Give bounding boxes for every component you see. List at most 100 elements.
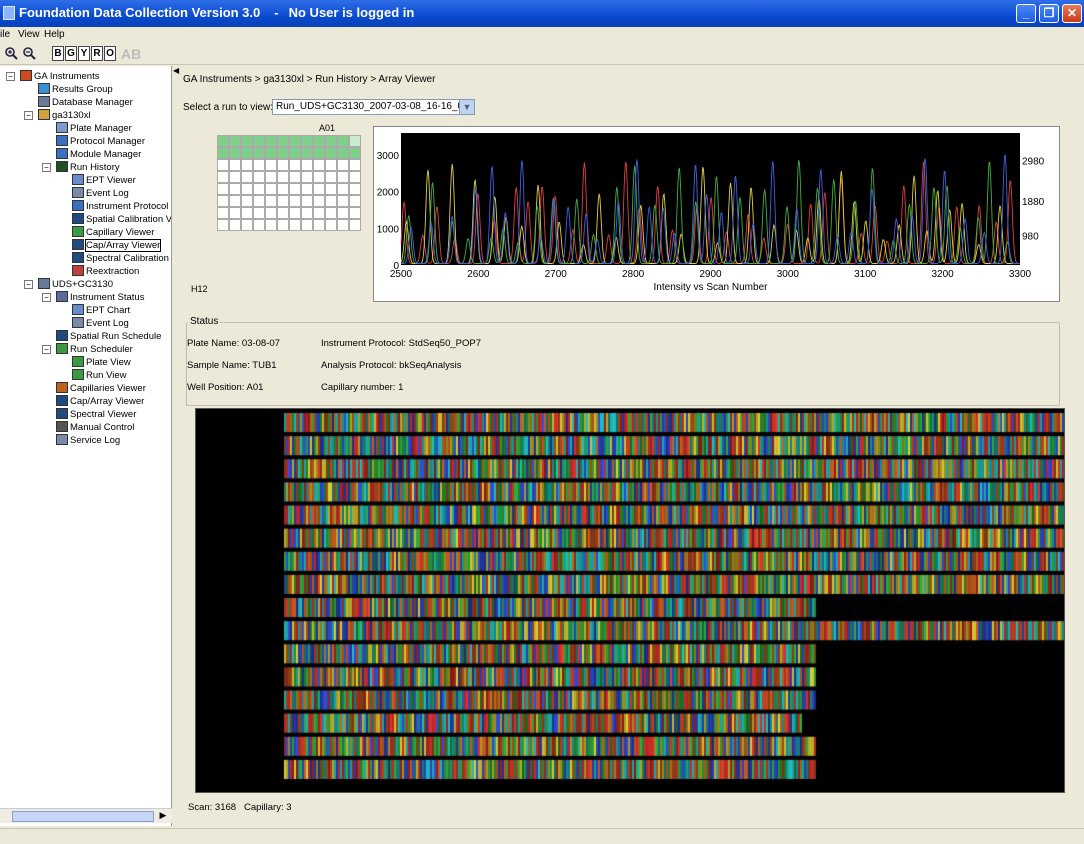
tree-collapse-icon[interactable]: −	[42, 345, 51, 354]
plate-well[interactable]	[349, 207, 361, 219]
plate-well[interactable]	[289, 147, 301, 159]
tree-item[interactable]: Run Scheduler	[56, 343, 133, 356]
plate-well[interactable]	[325, 183, 337, 195]
plate-well[interactable]	[325, 195, 337, 207]
array-view-canvas[interactable]	[196, 409, 1064, 792]
menu-view[interactable]: View	[18, 29, 40, 40]
plate-well[interactable]	[265, 195, 277, 207]
plate-well[interactable]	[289, 207, 301, 219]
dye-b-toggle[interactable]: B	[52, 46, 64, 61]
plate-well[interactable]	[301, 219, 313, 231]
scroll-right-icon[interactable]: ▶	[156, 810, 170, 823]
plate-well[interactable]	[277, 183, 289, 195]
array-view-image[interactable]	[195, 408, 1065, 793]
plate-well[interactable]	[301, 195, 313, 207]
chevron-down-icon[interactable]: ▼	[459, 100, 474, 114]
plate-well[interactable]	[253, 207, 265, 219]
plate-well[interactable]	[337, 171, 349, 183]
plate-well[interactable]	[277, 219, 289, 231]
plate-well[interactable]	[229, 183, 241, 195]
plate-well[interactable]	[313, 147, 325, 159]
plate-well[interactable]	[313, 219, 325, 231]
plate-well[interactable]	[301, 171, 313, 183]
plate-well[interactable]	[217, 159, 229, 171]
plate-well[interactable]	[301, 183, 313, 195]
tree-item[interactable]: Plate Manager	[56, 122, 132, 135]
tree-collapse-icon[interactable]: −	[42, 293, 51, 302]
tree-collapse-icon[interactable]: −	[24, 111, 33, 120]
dye-g-toggle[interactable]: G	[65, 46, 77, 61]
plate-well[interactable]	[241, 135, 253, 147]
tree-item[interactable]: Spatial Calibration Vi	[72, 213, 171, 226]
plate-well[interactable]	[277, 159, 289, 171]
plate-well[interactable]	[349, 147, 361, 159]
plate-well[interactable]	[277, 195, 289, 207]
plate-well[interactable]	[241, 219, 253, 231]
plate-well[interactable]	[289, 159, 301, 171]
plate-well[interactable]	[313, 183, 325, 195]
plate-well[interactable]	[265, 207, 277, 219]
plate-well[interactable]	[241, 207, 253, 219]
plate-well[interactable]	[313, 171, 325, 183]
plate-well[interactable]	[217, 171, 229, 183]
plate-well[interactable]	[253, 135, 265, 147]
tree-item[interactable]: EPT Chart	[72, 304, 130, 317]
plate-well[interactable]	[217, 183, 229, 195]
plate-well[interactable]	[253, 219, 265, 231]
zoom-out-icon[interactable]	[22, 46, 36, 60]
tree-item[interactable]: Module Manager	[56, 148, 141, 161]
plate-well[interactable]	[337, 159, 349, 171]
plate-well[interactable]	[337, 195, 349, 207]
menu-file[interactable]: ile	[0, 29, 10, 40]
plate-well[interactable]	[229, 171, 241, 183]
plate-well[interactable]	[217, 147, 229, 159]
plate-well[interactable]	[313, 195, 325, 207]
plate-well[interactable]	[217, 195, 229, 207]
plate-well[interactable]	[229, 147, 241, 159]
ab-logo-icon[interactable]: AB	[121, 46, 141, 62]
dye-y-toggle[interactable]: Y	[78, 46, 90, 61]
tree-item[interactable]: Instrument Protocol	[72, 200, 168, 213]
tree-collapse-icon[interactable]: −	[24, 280, 33, 289]
minimize-button[interactable]: _	[1016, 4, 1036, 23]
plate-well[interactable]	[349, 195, 361, 207]
plate-well[interactable]	[325, 147, 337, 159]
tree-item[interactable]: Manual Control	[56, 421, 134, 434]
plate-well[interactable]	[277, 171, 289, 183]
plate-well[interactable]	[217, 207, 229, 219]
plate-well[interactable]	[217, 219, 229, 231]
plate-well[interactable]	[289, 171, 301, 183]
tree-item[interactable]: UDS+GC3130	[38, 278, 113, 291]
plate-well[interactable]	[265, 135, 277, 147]
tree-item[interactable]: Spatial Run Schedule	[56, 330, 161, 343]
plate-well[interactable]	[229, 135, 241, 147]
plate-well[interactable]	[253, 195, 265, 207]
plate-well[interactable]	[289, 183, 301, 195]
tree-item[interactable]: Service Log	[56, 434, 120, 447]
tree-item[interactable]: Cap/Array Viewer	[72, 239, 162, 252]
plate-well[interactable]	[289, 219, 301, 231]
tree-item[interactable]: Capillary Viewer	[72, 226, 154, 239]
tree-item[interactable]: Event Log	[72, 187, 129, 200]
plate-well[interactable]	[337, 135, 349, 147]
plate-well[interactable]	[349, 135, 361, 147]
tree-item[interactable]: Results Group	[38, 83, 113, 96]
plate-well[interactable]	[325, 171, 337, 183]
plate-well[interactable]	[277, 207, 289, 219]
tree-item[interactable]: Run View	[72, 369, 127, 382]
plate-well[interactable]	[277, 135, 289, 147]
plate-well[interactable]	[241, 159, 253, 171]
tree-item[interactable]: Instrument Status	[56, 291, 144, 304]
run-select-dropdown[interactable]: Run_UDS+GC3130_2007-03-08_16-16_0106 ▼	[272, 99, 475, 115]
plate-well[interactable]	[253, 147, 265, 159]
plate-well[interactable]	[265, 147, 277, 159]
plate-well[interactable]	[301, 147, 313, 159]
plate-well[interactable]	[349, 183, 361, 195]
tree-item[interactable]: Capillaries Viewer	[56, 382, 146, 395]
plate-well[interactable]	[229, 207, 241, 219]
scrollbar-thumb[interactable]	[12, 811, 154, 822]
plate-well[interactable]	[325, 219, 337, 231]
plate-well[interactable]	[253, 171, 265, 183]
plate-well[interactable]	[241, 183, 253, 195]
plate-well[interactable]	[277, 147, 289, 159]
